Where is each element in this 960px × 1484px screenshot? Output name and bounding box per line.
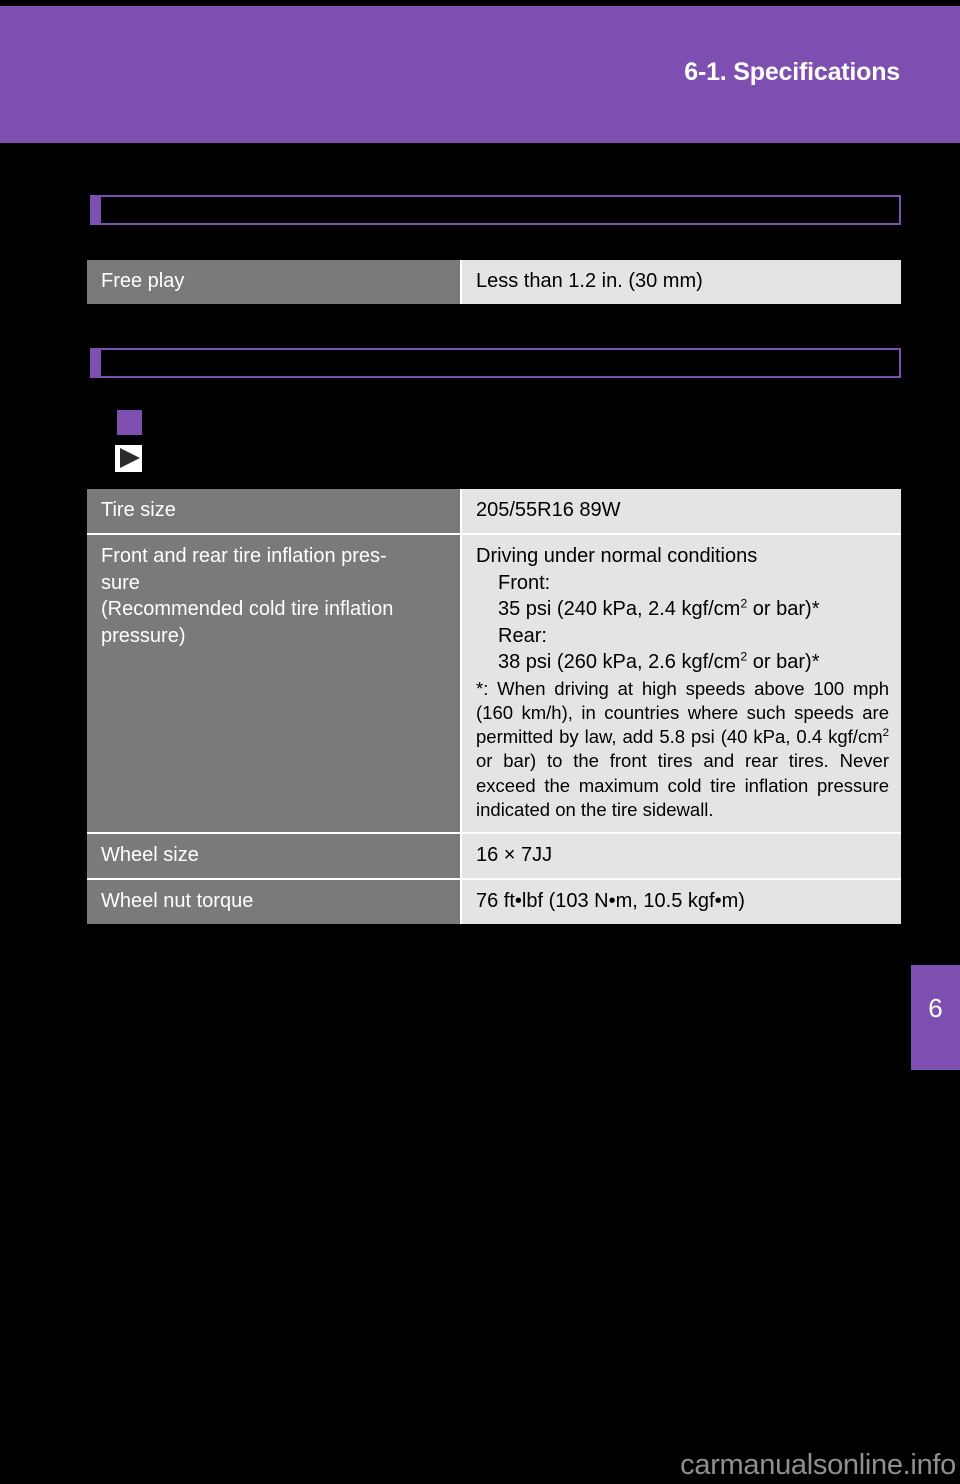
row-value-free-play: Less than 1.2 in. (30 mm) — [462, 260, 901, 305]
row-value-inflation-pressure: Driving under normal conditions Front: 3… — [462, 535, 901, 834]
row-value-wheel-size: 16 × 7JJ — [462, 833, 901, 881]
section-heading-tab-1 — [90, 195, 101, 225]
section-heading-tab-2 — [90, 348, 101, 378]
pressure-rear-value-post: or bar)* — [747, 650, 820, 673]
pressure-rear-value-pre: 38 psi (260 kPa, 2.6 kgf/cm — [498, 650, 741, 673]
table-row: Front and rear tire inflation pres- sure… — [87, 535, 901, 834]
site-watermark: carmanualsonline.info — [680, 1449, 956, 1481]
row-label-wheel-nut-torque: Wheel nut torque — [87, 880, 462, 925]
square-bullet-icon — [117, 410, 142, 435]
table-row: Wheel nut torque 76 ft•lbf (103 N•m, 10.… — [87, 880, 901, 925]
arrow-right-icon — [115, 445, 142, 472]
pressure-footnote: *: When driving at high speeds above 100… — [476, 677, 889, 821]
table-row: Tire size 205/55R16 89W — [87, 489, 901, 536]
chapter-number: 6 — [928, 993, 943, 1023]
section-heading-bar-1 — [90, 195, 901, 225]
chapter-side-tab: 6 — [911, 965, 960, 1070]
pressure-front-label: Front: — [498, 571, 551, 594]
pressure-heading: Driving under normal conditions — [476, 545, 758, 568]
spec-table-free-play: Free play Less than 1.2 in. (30 mm) — [87, 260, 901, 305]
row-label-inflation-pressure: Front and rear tire inflation pres- sure… — [87, 535, 462, 834]
arrow-triangle-glyph — [120, 448, 140, 468]
page-title: 6-1. Specifications — [684, 58, 900, 86]
pressure-rear-label: Rear: — [498, 624, 547, 647]
section-heading-bar-2 — [90, 348, 901, 378]
pressure-rear-value: 38 psi (260 kPa, 2.6 kgf/cm2 or bar)* — [476, 649, 889, 675]
pressure-front-value-pre: 35 psi (240 kPa, 2.4 kgf/cm — [498, 598, 741, 621]
row-value-wheel-nut-torque: 76 ft•lbf (103 N•m, 10.5 kgf•m) — [462, 880, 901, 925]
row-label-tire-size: Tire size — [87, 489, 462, 536]
pressure-front-value-post: or bar)* — [747, 598, 820, 621]
pressure-footnote-sup: 2 — [882, 727, 889, 740]
table-row: Free play Less than 1.2 in. (30 mm) — [87, 260, 901, 305]
pressure-front-value: 35 psi (240 kPa, 2.4 kgf/cm2 or bar)* — [476, 596, 889, 622]
pressure-footnote-pre: *: When driving at high speeds above 100… — [476, 678, 889, 748]
row-label-wheel-size: Wheel size — [87, 833, 462, 881]
row-label-free-play: Free play — [87, 260, 462, 305]
row-value-tire-size: 205/55R16 89W — [462, 489, 901, 536]
spec-table-tires: Tire size 205/55R16 89W Front and rear t… — [87, 489, 901, 925]
pressure-footnote-post: or bar) to the front tires and rear tire… — [476, 750, 889, 820]
page-header-band: 6-1. Specifications — [0, 6, 960, 143]
table-row: Wheel size 16 × 7JJ — [87, 833, 901, 881]
